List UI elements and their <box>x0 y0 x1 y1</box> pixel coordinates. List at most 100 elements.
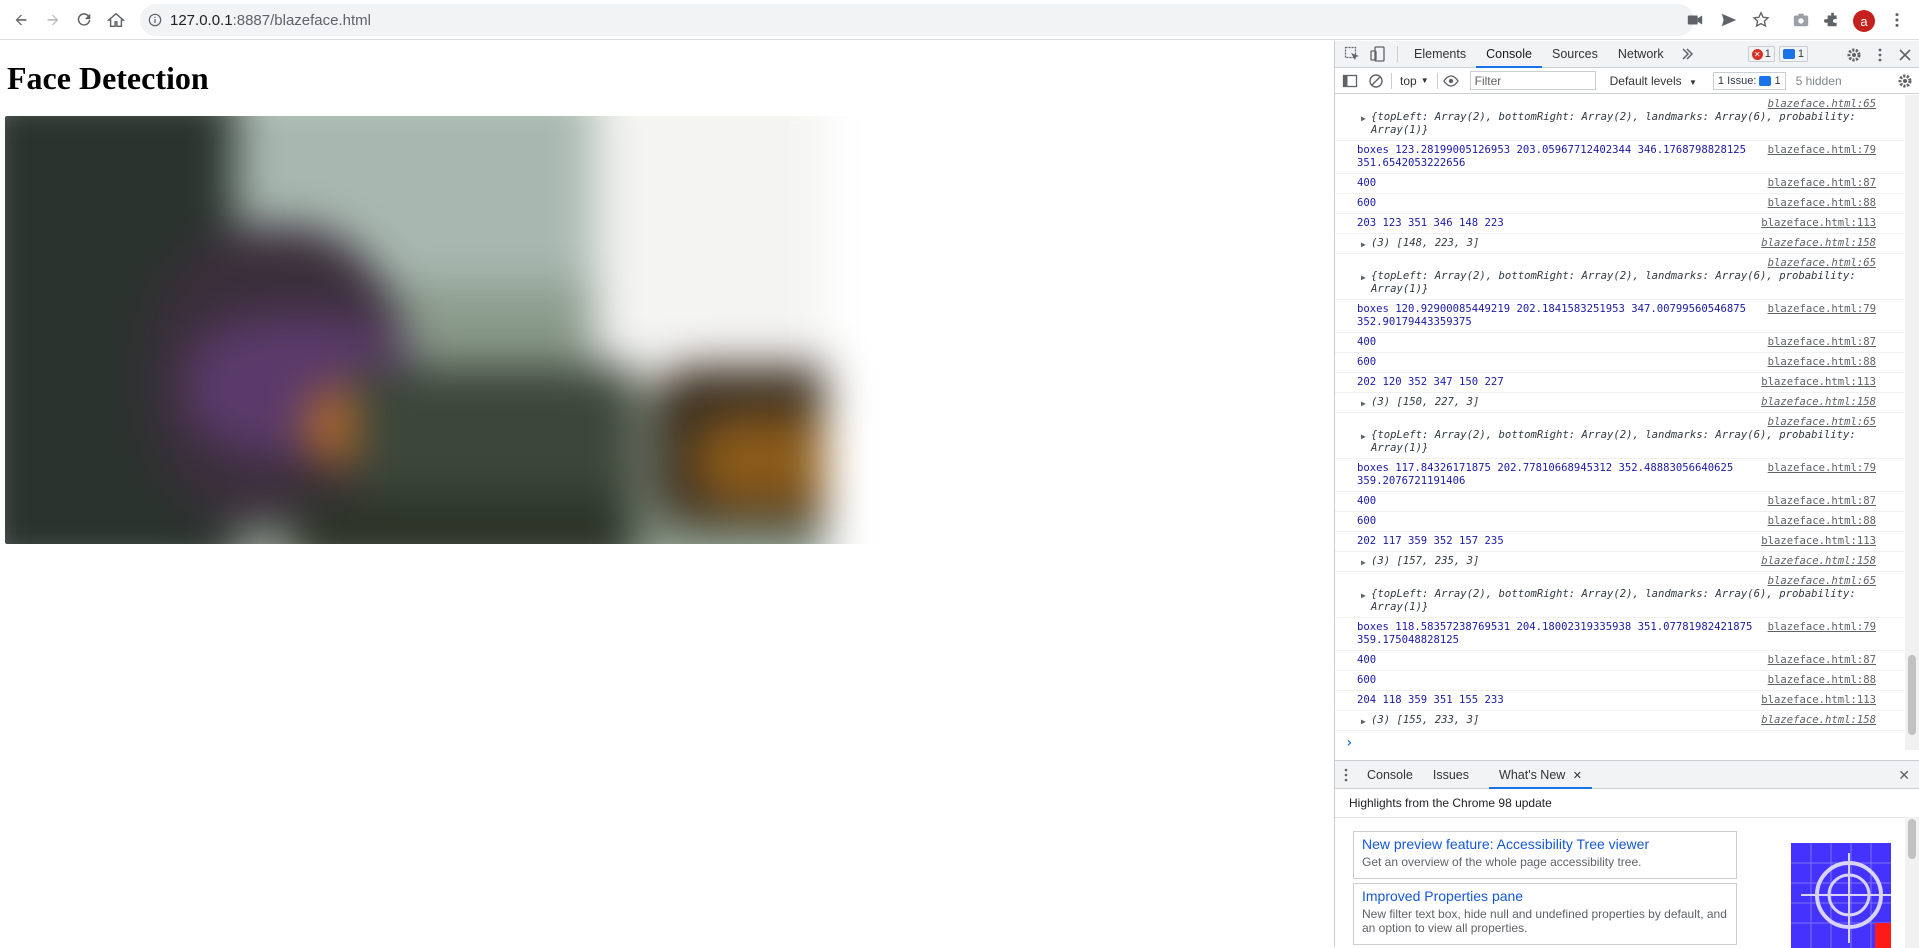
sidebar-toggle-icon[interactable] <box>1337 68 1363 94</box>
console-log-row: blazeface.html:113 202 120 352 347 150 22… <box>1335 373 1904 393</box>
scroll-thumb[interactable] <box>1908 819 1916 859</box>
console-log-row: blazeface.html:87 400 <box>1335 174 1904 194</box>
console-source-link[interactable]: blazeface.html:65 <box>1768 416 1876 429</box>
drawer-tab-console[interactable]: Console <box>1357 761 1423 789</box>
console-log-row: blazeface.html:88 600 <box>1335 194 1904 214</box>
inspect-element-icon[interactable] <box>1339 41 1365 67</box>
message-count-badge[interactable]: 1 <box>1778 46 1808 62</box>
console-prompt[interactable]: › <box>1335 731 1904 750</box>
console-source-link[interactable]: blazeface.html:79 <box>1768 621 1876 634</box>
console-object-row[interactable]: ▶ blazeface.html:158 (3) [157, 235, 3] <box>1335 552 1904 572</box>
console-log-row: blazeface.html:87 400 <box>1335 492 1904 512</box>
console-source-link[interactable]: blazeface.html:87 <box>1768 336 1876 349</box>
console-source-link[interactable]: blazeface.html:88 <box>1768 515 1876 528</box>
error-count-badge[interactable]: ✕ 1 <box>1747 46 1775 62</box>
expand-triangle-icon[interactable]: ▶ <box>1361 589 1366 602</box>
address-bar[interactable]: 127.0.0.1:8887/blazeface.html <box>140 4 1694 36</box>
drawer-tab-whats-new[interactable]: What's New ✕ <box>1489 761 1593 789</box>
site-info-icon[interactable] <box>140 13 170 27</box>
card-title[interactable]: Improved Properties pane <box>1362 888 1728 905</box>
expand-triangle-icon[interactable]: ▶ <box>1361 271 1366 284</box>
whats-new-card[interactable]: New preview feature: Accessibility Tree … <box>1353 831 1737 879</box>
profile-avatar[interactable]: a <box>1853 10 1875 32</box>
console-object-row[interactable]: ▶ blazeface.html:158 (3) [155, 233, 3] <box>1335 711 1904 731</box>
context-selector[interactable]: top ▼ <box>1400 74 1429 88</box>
screenshot-icon[interactable] <box>1786 6 1816 34</box>
console-settings-icon[interactable] <box>1892 68 1918 94</box>
console-source-link[interactable]: blazeface.html:65 <box>1768 98 1876 111</box>
tab-console[interactable]: Console <box>1476 41 1542 68</box>
console-object-row[interactable]: ▶ blazeface.html:158 (3) [150, 227, 3] <box>1335 393 1904 413</box>
console-source-link[interactable]: blazeface.html:113 <box>1761 217 1876 230</box>
more-tabs-icon[interactable] <box>1674 41 1700 67</box>
browser-toolbar: 127.0.0.1:8887/blazeface.html a <box>0 0 1919 40</box>
scroll-thumb[interactable] <box>1908 655 1916 735</box>
drawer-scrollbar[interactable] <box>1905 817 1919 948</box>
camera-icon[interactable] <box>1680 6 1710 34</box>
console-source-link[interactable]: blazeface.html:87 <box>1768 654 1876 667</box>
console-source-link[interactable]: blazeface.html:79 <box>1768 144 1876 157</box>
bookmark-star-icon[interactable] <box>1746 6 1776 34</box>
expand-triangle-icon[interactable]: ▶ <box>1361 430 1366 443</box>
console-object-row[interactable]: ▶ blazeface.html:65 {topLeft: Array(2), bo… <box>1335 572 1904 618</box>
expand-triangle-icon[interactable]: ▶ <box>1361 112 1366 125</box>
devtools-menu-icon[interactable] <box>1867 42 1893 68</box>
console-object-row[interactable]: ▶ blazeface.html:65 {topLeft: Array(2), bo… <box>1335 254 1904 300</box>
console-log-row: blazeface.html:113 203 123 351 346 148 22… <box>1335 214 1904 234</box>
expand-triangle-icon[interactable]: ▶ <box>1361 556 1366 569</box>
console-object-row[interactable]: ▶ blazeface.html:65 {topLeft: Array(2), bo… <box>1335 95 1904 141</box>
console-source-link[interactable]: blazeface.html:87 <box>1768 177 1876 190</box>
log-levels-dropdown[interactable]: Default levels ▼ <box>1610 74 1697 88</box>
card-description: New filter text box, hide null and undef… <box>1362 907 1727 935</box>
console-object-row[interactable]: ▶ blazeface.html:158 (3) [148, 223, 3] <box>1335 234 1904 254</box>
forward-icon[interactable] <box>36 3 70 37</box>
close-drawer-icon[interactable]: ✕ <box>1898 767 1910 784</box>
message-icon <box>1782 49 1795 59</box>
expand-triangle-icon[interactable]: ▶ <box>1361 397 1366 410</box>
whats-new-card[interactable]: Improved Properties pane New filter text… <box>1353 883 1737 945</box>
live-expression-eye-icon[interactable] <box>1438 68 1464 94</box>
issues-button[interactable]: 1 Issue: 1 <box>1712 71 1786 90</box>
console-object-row[interactable]: ▶ blazeface.html:65 {topLeft: Array(2), bo… <box>1335 413 1904 459</box>
close-tab-icon[interactable]: ✕ <box>1573 770 1582 782</box>
console-source-link[interactable]: blazeface.html:113 <box>1761 694 1876 707</box>
console-source-link[interactable]: blazeface.html:65 <box>1768 257 1876 270</box>
browser-menu-icon[interactable] <box>1882 6 1912 34</box>
console-source-link[interactable]: blazeface.html:79 <box>1768 303 1876 316</box>
drawer-tab-issues[interactable]: Issues <box>1423 761 1479 789</box>
close-devtools-icon[interactable] <box>1892 42 1918 68</box>
reload-icon[interactable] <box>67 3 101 37</box>
devtools-tabbar: Elements Console Sources Network ✕ 1 1 <box>1335 41 1919 68</box>
tab-sources[interactable]: Sources <box>1542 41 1608 68</box>
console-source-link[interactable]: blazeface.html:65 <box>1768 575 1876 588</box>
console-source-link[interactable]: blazeface.html:87 <box>1768 495 1876 508</box>
home-icon[interactable] <box>99 3 133 37</box>
clear-console-icon[interactable] <box>1363 68 1389 94</box>
console-filter-input[interactable] <box>1469 71 1596 90</box>
back-icon[interactable] <box>4 3 38 37</box>
console-log-row: blazeface.html:87 400 <box>1335 333 1904 353</box>
console-source-link[interactable]: blazeface.html:88 <box>1768 674 1876 687</box>
console-log-row: blazeface.html:87 400 <box>1335 651 1904 671</box>
console-scrollbar[interactable] <box>1905 95 1919 750</box>
console-source-link[interactable]: blazeface.html:158 <box>1761 555 1876 568</box>
card-description: Get an overview of the whole page access… <box>1362 855 1642 869</box>
console-source-link[interactable]: blazeface.html:79 <box>1768 462 1876 475</box>
console-source-link[interactable]: blazeface.html:88 <box>1768 356 1876 369</box>
device-toolbar-icon[interactable] <box>1365 41 1391 67</box>
console-source-link[interactable]: blazeface.html:88 <box>1768 197 1876 210</box>
console-source-link[interactable]: blazeface.html:158 <box>1761 714 1876 727</box>
send-icon[interactable] <box>1714 6 1744 34</box>
tab-network[interactable]: Network <box>1608 41 1674 68</box>
console-source-link[interactable]: blazeface.html:158 <box>1761 237 1876 250</box>
extensions-icon[interactable] <box>1818 6 1848 34</box>
tab-elements[interactable]: Elements <box>1404 41 1476 68</box>
drawer-menu-icon[interactable] <box>1335 762 1357 788</box>
console-source-link[interactable]: blazeface.html:113 <box>1761 535 1876 548</box>
settings-gear-icon[interactable] <box>1841 42 1867 68</box>
expand-triangle-icon[interactable]: ▶ <box>1361 238 1366 251</box>
card-title[interactable]: New preview feature: Accessibility Tree … <box>1362 836 1728 853</box>
console-source-link[interactable]: blazeface.html:113 <box>1761 376 1876 389</box>
console-source-link[interactable]: blazeface.html:158 <box>1761 396 1876 409</box>
expand-triangle-icon[interactable]: ▶ <box>1361 715 1366 728</box>
